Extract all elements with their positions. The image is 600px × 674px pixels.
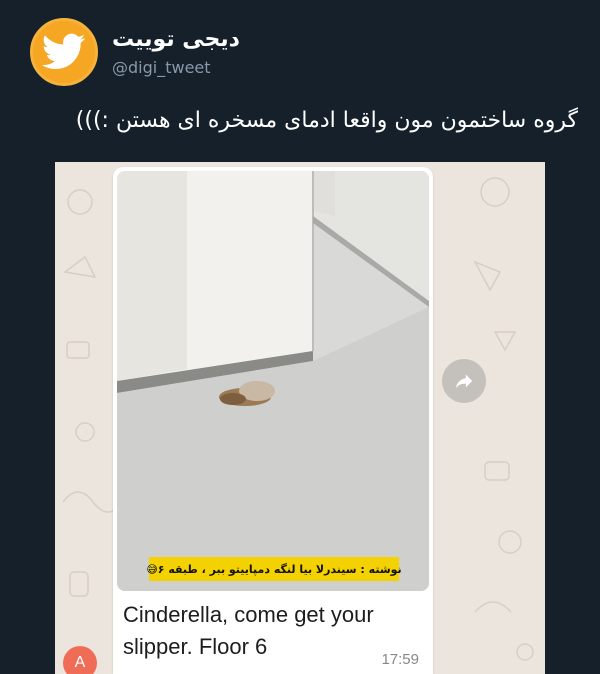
tweet-header: دیجی توییت @digi_tweet bbox=[30, 18, 240, 86]
caption-overlay: نوشته : سیندرلا بیا لنگه دمپاییتو ببر ، … bbox=[146, 557, 402, 581]
message-bubble[interactable]: نوشته : سیندرلا بیا لنگه دمپاییتو ببر ، … bbox=[113, 167, 433, 674]
message-text: Cinderella, come get your slipper. Floor… bbox=[123, 602, 374, 659]
forward-arrow-icon bbox=[455, 374, 473, 389]
caption-text: نوشته : سیندرلا بیا لنگه دمپاییتو ببر ، … bbox=[146, 562, 402, 576]
slipper-photo[interactable] bbox=[117, 171, 429, 591]
user-handle[interactable]: @digi_tweet bbox=[112, 58, 240, 77]
chat-screenshot: نوشته : سیندرلا بیا لنگه دمپاییتو ببر ، … bbox=[55, 162, 545, 674]
profile-avatar[interactable] bbox=[30, 18, 98, 86]
forward-button[interactable] bbox=[442, 359, 486, 403]
profile-names: دیجی توییت @digi_tweet bbox=[112, 27, 240, 77]
twitter-bird-icon bbox=[42, 33, 86, 70]
message-timestamp: 17:59 bbox=[381, 651, 419, 668]
sender-avatar[interactable]: A bbox=[63, 646, 97, 674]
tweet-text: گروه ساختمون مون واقعا ادمای مسخره ای هس… bbox=[75, 108, 578, 133]
display-name[interactable]: دیجی توییت bbox=[112, 27, 240, 52]
